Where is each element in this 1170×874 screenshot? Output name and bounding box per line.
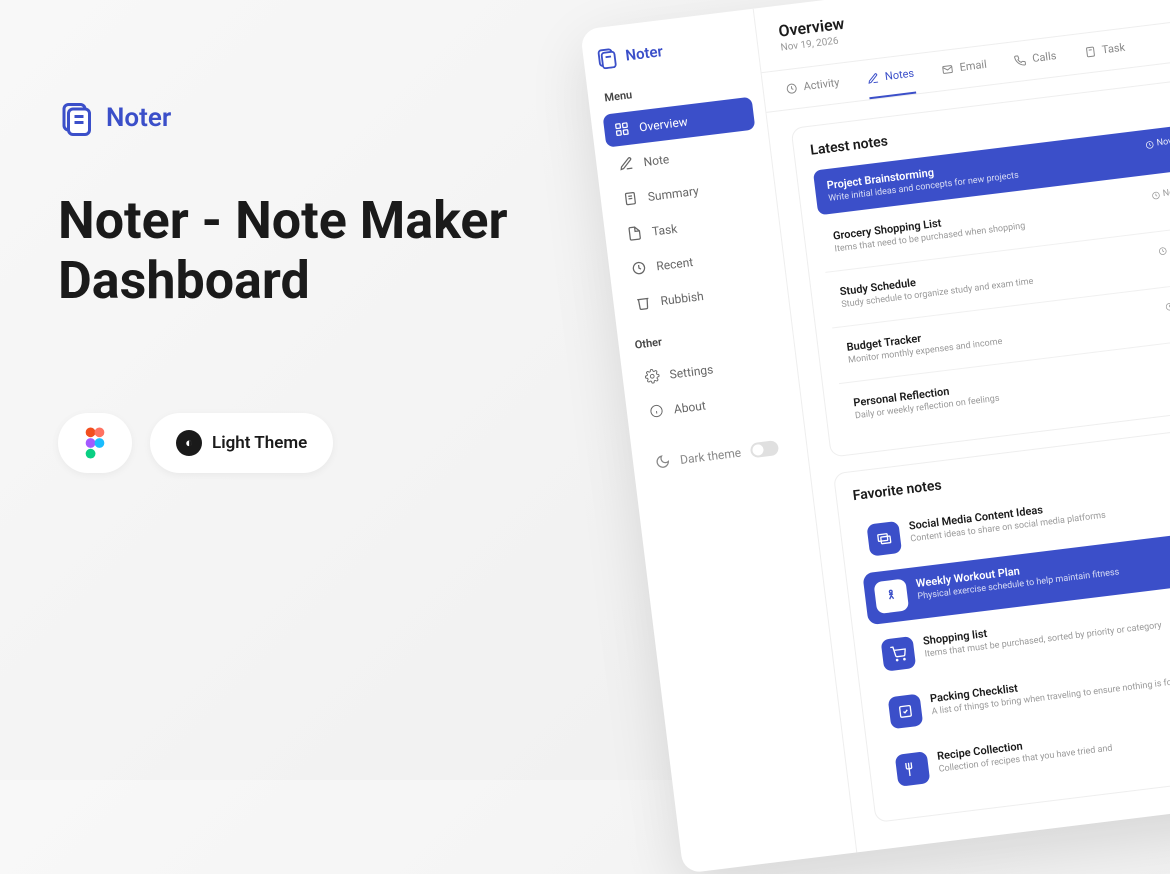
about-icon xyxy=(648,403,665,420)
task-icon xyxy=(626,225,643,242)
favorite-icon xyxy=(895,751,931,787)
tab-label: Notes xyxy=(884,67,915,83)
figma-icon xyxy=(84,427,106,459)
tab-label: Activity xyxy=(803,76,840,93)
palette-icon: ◐ xyxy=(176,430,202,456)
dark-theme-label: Dark theme xyxy=(679,445,742,466)
tab-label: Task xyxy=(1101,41,1126,57)
favorite-icon xyxy=(874,578,910,614)
promo-logo: Noter xyxy=(58,100,538,136)
recent-icon xyxy=(631,260,648,277)
theme-badge: ◐ Light Theme xyxy=(150,413,333,473)
favorite-icon xyxy=(888,694,924,730)
dark-theme-switch[interactable] xyxy=(750,440,780,458)
note-date: Nov 16, 2026 xyxy=(1164,294,1170,312)
dark-theme-toggle[interactable]: Dark theme xyxy=(643,429,796,480)
sidebar-item-label: Overview xyxy=(638,114,688,134)
favorite-icon xyxy=(866,521,902,557)
note-date: Nov 18, 2026 xyxy=(1150,183,1170,201)
noter-logo-icon xyxy=(58,100,94,136)
clock-icon xyxy=(1144,139,1154,149)
noter-logo-icon xyxy=(594,46,619,71)
note-icon xyxy=(618,156,635,173)
moon-icon xyxy=(654,453,671,470)
app-brand: Noter xyxy=(624,42,664,64)
sidebar-item-label: Settings xyxy=(669,362,714,381)
theme-badge-text: Light Theme xyxy=(212,433,307,453)
app-window: Noter Menu OverviewNoteSummaryTaskRecent… xyxy=(580,0,1170,874)
app-logo[interactable]: Noter xyxy=(594,30,746,70)
rubbish-icon xyxy=(635,294,652,311)
calls-icon xyxy=(1014,53,1027,66)
sidebar-item-label: Task xyxy=(651,221,678,238)
tab-task[interactable]: Task xyxy=(1082,29,1128,73)
note-date: Nov 17, 2026 xyxy=(1157,238,1170,256)
note-date: Nov 19, 2026 xyxy=(1144,132,1170,150)
email-icon xyxy=(941,62,954,75)
overview-icon xyxy=(614,121,631,138)
promo-title: Noter - Note Maker Dashboard xyxy=(58,191,538,311)
clock-icon xyxy=(1157,246,1167,256)
activity-icon xyxy=(785,81,798,94)
sidebar-item-label: Note xyxy=(643,152,670,169)
sidebar-item-label: Summary xyxy=(647,183,699,203)
promo-brand: Noter xyxy=(106,103,171,133)
summary-icon xyxy=(622,190,639,207)
favorite-icon xyxy=(881,636,917,672)
figma-badge xyxy=(58,413,132,473)
tab-activity[interactable]: Activity xyxy=(783,64,841,109)
task-icon xyxy=(1083,45,1096,58)
sidebar-item-label: About xyxy=(673,398,706,416)
tab-label: Email xyxy=(959,58,988,74)
clock-icon xyxy=(1150,190,1160,200)
tab-notes[interactable]: Notes xyxy=(865,55,917,99)
tab-email[interactable]: Email xyxy=(940,46,990,90)
settings-icon xyxy=(644,368,661,385)
notes-icon xyxy=(866,71,879,84)
tab-calls[interactable]: Calls xyxy=(1012,37,1059,81)
tab-label: Calls xyxy=(1032,49,1058,65)
sidebar-item-label: Recent xyxy=(655,255,693,273)
clock-icon xyxy=(1164,301,1170,311)
sidebar-item-label: Rubbish xyxy=(660,288,705,307)
